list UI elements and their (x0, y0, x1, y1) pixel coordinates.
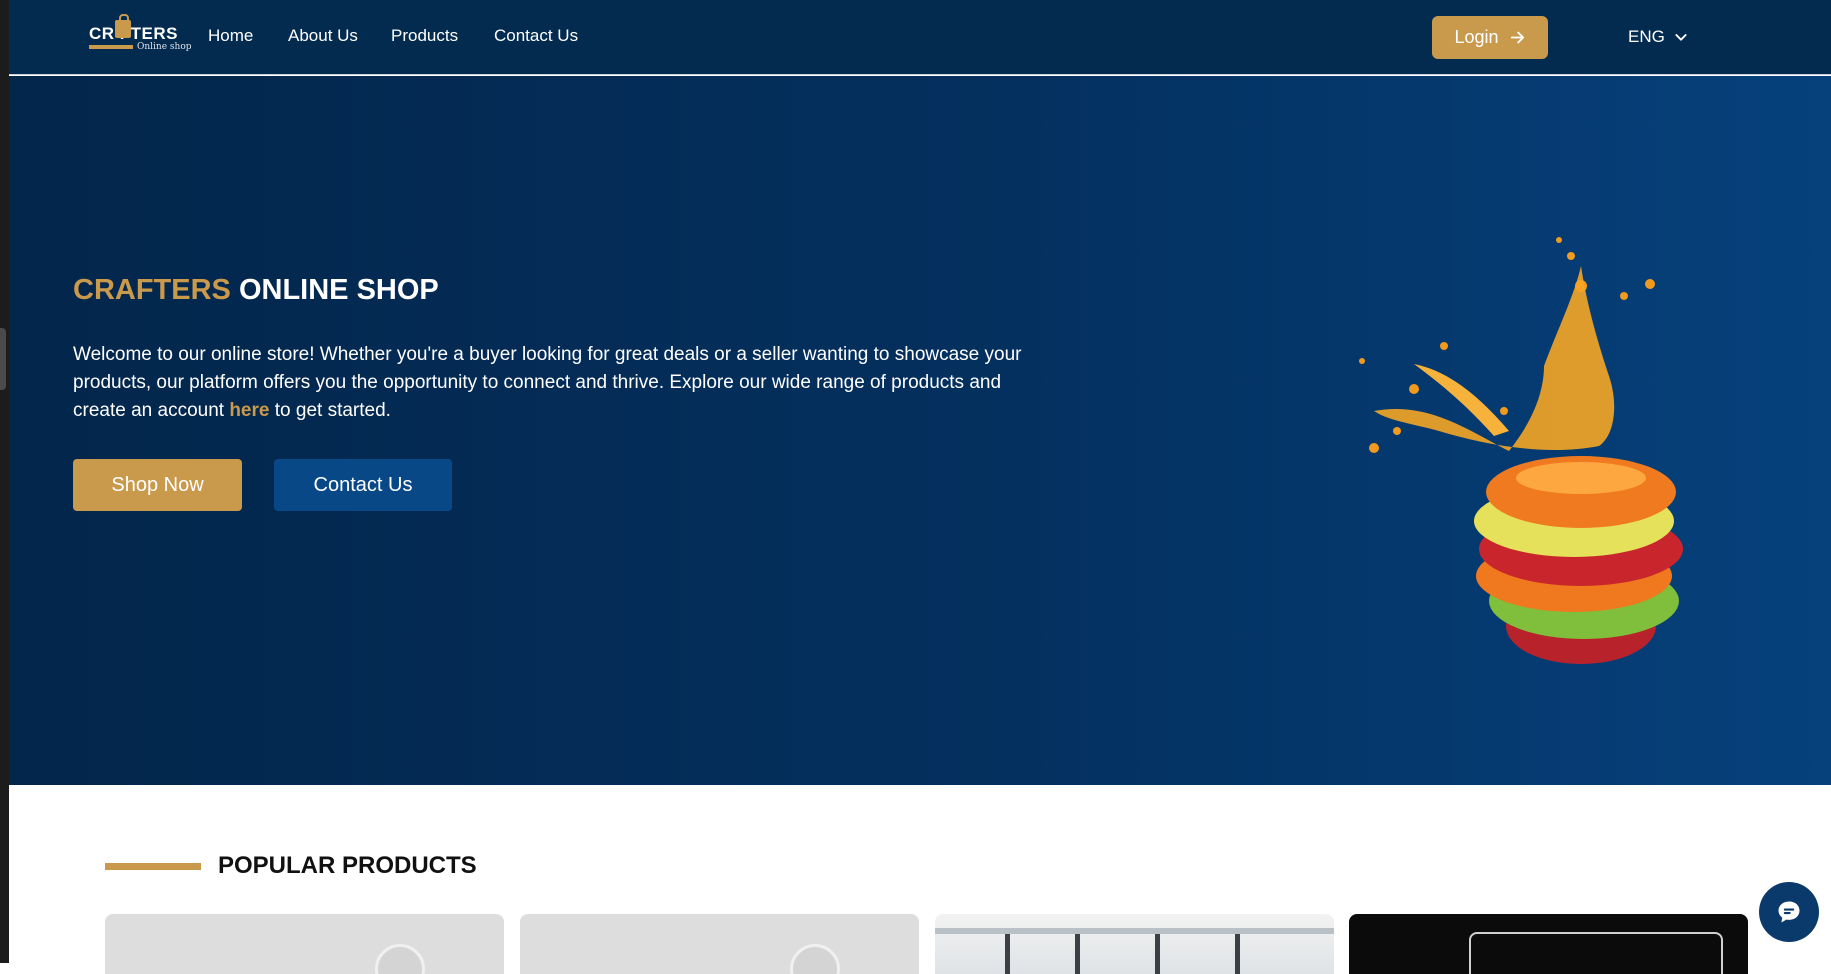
side-scroll-handle[interactable] (0, 328, 6, 390)
product-image (375, 944, 425, 974)
hero-title-brand: CRAFTERS (73, 274, 231, 306)
product-card[interactable] (1349, 914, 1748, 974)
top-navbar: CR FTERS Online shop Home About Us Produ… (9, 0, 1831, 75)
crafters-logo[interactable]: CR FTERS Online shop (89, 14, 199, 56)
nav-contact-us[interactable]: Contact Us (494, 26, 578, 46)
shopping-bag-icon (115, 14, 131, 38)
fruit-splash-image (1359, 237, 1683, 664)
logo-underline (89, 45, 133, 49)
window-mullion (1005, 934, 1010, 974)
product-card[interactable] (520, 914, 919, 974)
window-mullion (1075, 934, 1080, 974)
popular-products-heading: POPULAR PRODUCTS (105, 852, 477, 880)
hero-description: Welcome to our online store! Whether you… (73, 341, 1058, 425)
nav-home[interactable]: Home (208, 26, 253, 46)
language-selector[interactable]: ENG (1628, 27, 1689, 47)
chat-bubble-icon (1778, 901, 1800, 923)
heading-accent-bar (105, 862, 201, 870)
popular-products-title: POPULAR PRODUCTS (218, 852, 477, 879)
contact-us-button[interactable]: Contact Us (274, 459, 452, 511)
hero-title-rest: ONLINE SHOP (238, 274, 439, 306)
logo-tagline: Online shop (137, 42, 192, 52)
window-mullion (1155, 934, 1160, 974)
product-image (935, 928, 1334, 934)
window-mullion (1235, 934, 1240, 974)
arrow-right-icon (1510, 31, 1524, 44)
product-card[interactable] (935, 914, 1334, 974)
chat-button[interactable] (1759, 882, 1819, 942)
chevron-down-icon (1675, 34, 1687, 41)
language-label: ENG (1628, 27, 1665, 46)
logo-wordmark: CR FTERS (89, 24, 178, 43)
product-card[interactable] (105, 914, 504, 974)
browser-side-strip (0, 0, 9, 963)
hero-description-text: Welcome to our online store! Whether you… (73, 344, 1022, 421)
register-here-link[interactable]: here (229, 400, 269, 421)
shop-now-button[interactable]: Shop Now (73, 459, 242, 511)
hero-title: CRAFTERS ONLINE SHOP (73, 274, 439, 307)
login-button[interactable]: Login (1432, 16, 1548, 59)
product-image (790, 944, 840, 974)
nav-about-us[interactable]: About Us (288, 26, 358, 46)
nav-products[interactable]: Products (391, 26, 458, 46)
hero-description-end: to get started. (269, 400, 391, 421)
login-button-label: Login (1454, 27, 1499, 47)
product-image (1469, 932, 1723, 974)
hero-section: CRAFTERS ONLINE SHOP Welcome to our onli… (9, 76, 1831, 785)
